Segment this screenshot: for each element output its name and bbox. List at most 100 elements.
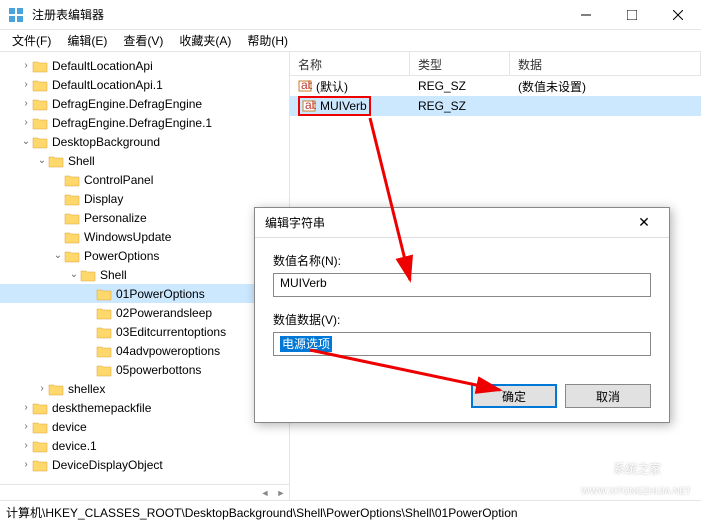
tree-item-label: device.1 [52, 439, 97, 453]
tree-item-label: DefaultLocationApi [52, 59, 153, 73]
tree-item[interactable]: Display [0, 189, 289, 208]
tree-item[interactable]: WindowsUpdate [0, 227, 289, 246]
menu-view[interactable]: 查看(V) [115, 30, 171, 51]
folder-icon [32, 116, 48, 130]
expander-icon[interactable]: › [20, 117, 32, 128]
tree-item[interactable]: › shellex [0, 379, 289, 398]
tree-item[interactable]: 02Powerandsleep [0, 303, 289, 322]
tree-item[interactable]: ControlPanel [0, 170, 289, 189]
expander-icon[interactable]: ⌄ [52, 250, 64, 261]
expander-icon[interactable]: › [20, 402, 32, 413]
expander-icon[interactable]: › [20, 60, 32, 71]
folder-icon [64, 249, 80, 263]
data-label: 数值数据(V): [273, 311, 651, 328]
list-row[interactable]: ab(默认)REG_SZ(数值未设置) [290, 76, 701, 96]
expander-icon[interactable]: › [20, 98, 32, 109]
expander-icon[interactable]: ⌄ [68, 269, 80, 280]
tree-item-label: 02Powerandsleep [116, 306, 212, 320]
tree-item[interactable]: 04advpoweroptions [0, 341, 289, 360]
tree-item-label: DefragEngine.DefragEngine [52, 97, 202, 111]
tree-item[interactable]: 03Editcurrentoptions [0, 322, 289, 341]
folder-icon [64, 211, 80, 225]
horizontal-scrollbar[interactable]: ◄ ► [0, 484, 289, 500]
svg-text:ab: ab [305, 99, 316, 112]
data-input[interactable]: 电源选项 [273, 332, 651, 356]
tree-item[interactable]: ›DefragEngine.DefragEngine.1 [0, 113, 289, 132]
tree: › DefaultLocationApi › DefaultLocationApi.1… [0, 52, 289, 478]
tree-item[interactable]: › DefaultLocationApi [0, 56, 289, 75]
tree-item[interactable]: 05powerbottons [0, 360, 289, 379]
folder-icon [32, 458, 48, 472]
tree-item-label: 01PowerOptions [116, 287, 205, 301]
watermark-text: 系统之家 [613, 462, 661, 476]
cancel-button[interactable]: 取消 [565, 384, 651, 408]
dialog-title: 编辑字符串 [265, 214, 629, 231]
tree-item[interactable]: › device.1 [0, 436, 289, 455]
maximize-button[interactable] [609, 0, 655, 30]
menu-favorites[interactable]: 收藏夹(A) [171, 30, 239, 51]
folder-icon [32, 420, 48, 434]
tree-item-label: Shell [68, 154, 95, 168]
menubar: 文件(F) 编辑(E) 查看(V) 收藏夹(A) 帮助(H) [0, 30, 701, 52]
dialog-close-button[interactable]: ✕ [629, 214, 659, 231]
tree-pane[interactable]: › DefaultLocationApi › DefaultLocationApi.1… [0, 52, 290, 500]
expander-icon[interactable]: ⌄ [36, 155, 48, 166]
cell-type: REG_SZ [410, 79, 510, 93]
cell-name: abMUIVerb [290, 96, 410, 117]
folder-icon [32, 59, 48, 73]
tree-item[interactable]: › deskthemepackfile [0, 398, 289, 417]
folder-icon [96, 306, 112, 320]
folder-icon [48, 382, 64, 396]
titlebar: 注册表编辑器 [0, 0, 701, 30]
watermark-url: WWW.XITONGZHIJIA.NET [581, 486, 691, 496]
menu-help[interactable]: 帮助(H) [239, 30, 296, 51]
tree-item-label: WindowsUpdate [84, 230, 171, 244]
tree-item-label: DefaultLocationApi.1 [52, 78, 163, 92]
tree-item-label: deskthemepackfile [52, 401, 151, 415]
close-button[interactable] [655, 0, 701, 30]
tree-item-label: 03Editcurrentoptions [116, 325, 226, 339]
folder-icon [32, 97, 48, 111]
ok-button[interactable]: 确定 [471, 384, 557, 408]
folder-icon [64, 173, 80, 187]
tree-item[interactable]: ›DeviceDisplayObject [0, 455, 289, 474]
folder-icon [32, 135, 48, 149]
scroll-left-icon[interactable]: ◄ [257, 485, 273, 500]
tree-item[interactable]: › DefaultLocationApi.1 [0, 75, 289, 94]
folder-icon [96, 344, 112, 358]
tree-item[interactable]: ⌄ DesktopBackground [0, 132, 289, 151]
scroll-right-icon[interactable]: ► [273, 485, 289, 500]
expander-icon[interactable]: ⌄ [20, 136, 32, 147]
tree-item[interactable]: ⌄PowerOptions [0, 246, 289, 265]
tree-item[interactable]: ⌄ Shell [0, 151, 289, 170]
statusbar: 计算机\HKEY_CLASSES_ROOT\DesktopBackground\… [0, 500, 701, 524]
column-type[interactable]: 类型 [410, 52, 510, 75]
cell-name: ab(默认) [290, 78, 410, 95]
expander-icon[interactable]: › [20, 440, 32, 451]
dialog-body: 数值名称(N): MUIVerb 数值数据(V): 电源选项 [255, 238, 669, 384]
expander-icon[interactable]: › [20, 79, 32, 90]
tree-item[interactable]: 01PowerOptions [0, 284, 289, 303]
folder-icon [32, 78, 48, 92]
menu-file[interactable]: 文件(F) [4, 30, 59, 51]
folder-icon [48, 154, 64, 168]
expander-icon[interactable]: › [20, 421, 32, 432]
dialog-titlebar: 编辑字符串 ✕ [255, 208, 669, 238]
name-input[interactable]: MUIVerb [273, 273, 651, 297]
expander-icon[interactable]: › [20, 459, 32, 470]
tree-item-label: DesktopBackground [52, 135, 160, 149]
minimize-button[interactable] [563, 0, 609, 30]
tree-item[interactable]: › DefragEngine.DefragEngine [0, 94, 289, 113]
list-row[interactable]: abMUIVerbREG_SZ [290, 96, 701, 116]
tree-item[interactable]: ›device [0, 417, 289, 436]
tree-item-label: Display [84, 192, 123, 206]
column-name[interactable]: 名称 [290, 52, 410, 75]
folder-icon [96, 363, 112, 377]
folder-icon [32, 401, 48, 415]
column-data[interactable]: 数据 [510, 52, 701, 75]
tree-item-label: shellex [68, 382, 105, 396]
expander-icon[interactable]: › [36, 383, 48, 394]
tree-item[interactable]: ⌄Shell [0, 265, 289, 284]
menu-edit[interactable]: 编辑(E) [59, 30, 115, 51]
tree-item[interactable]: Personalize [0, 208, 289, 227]
